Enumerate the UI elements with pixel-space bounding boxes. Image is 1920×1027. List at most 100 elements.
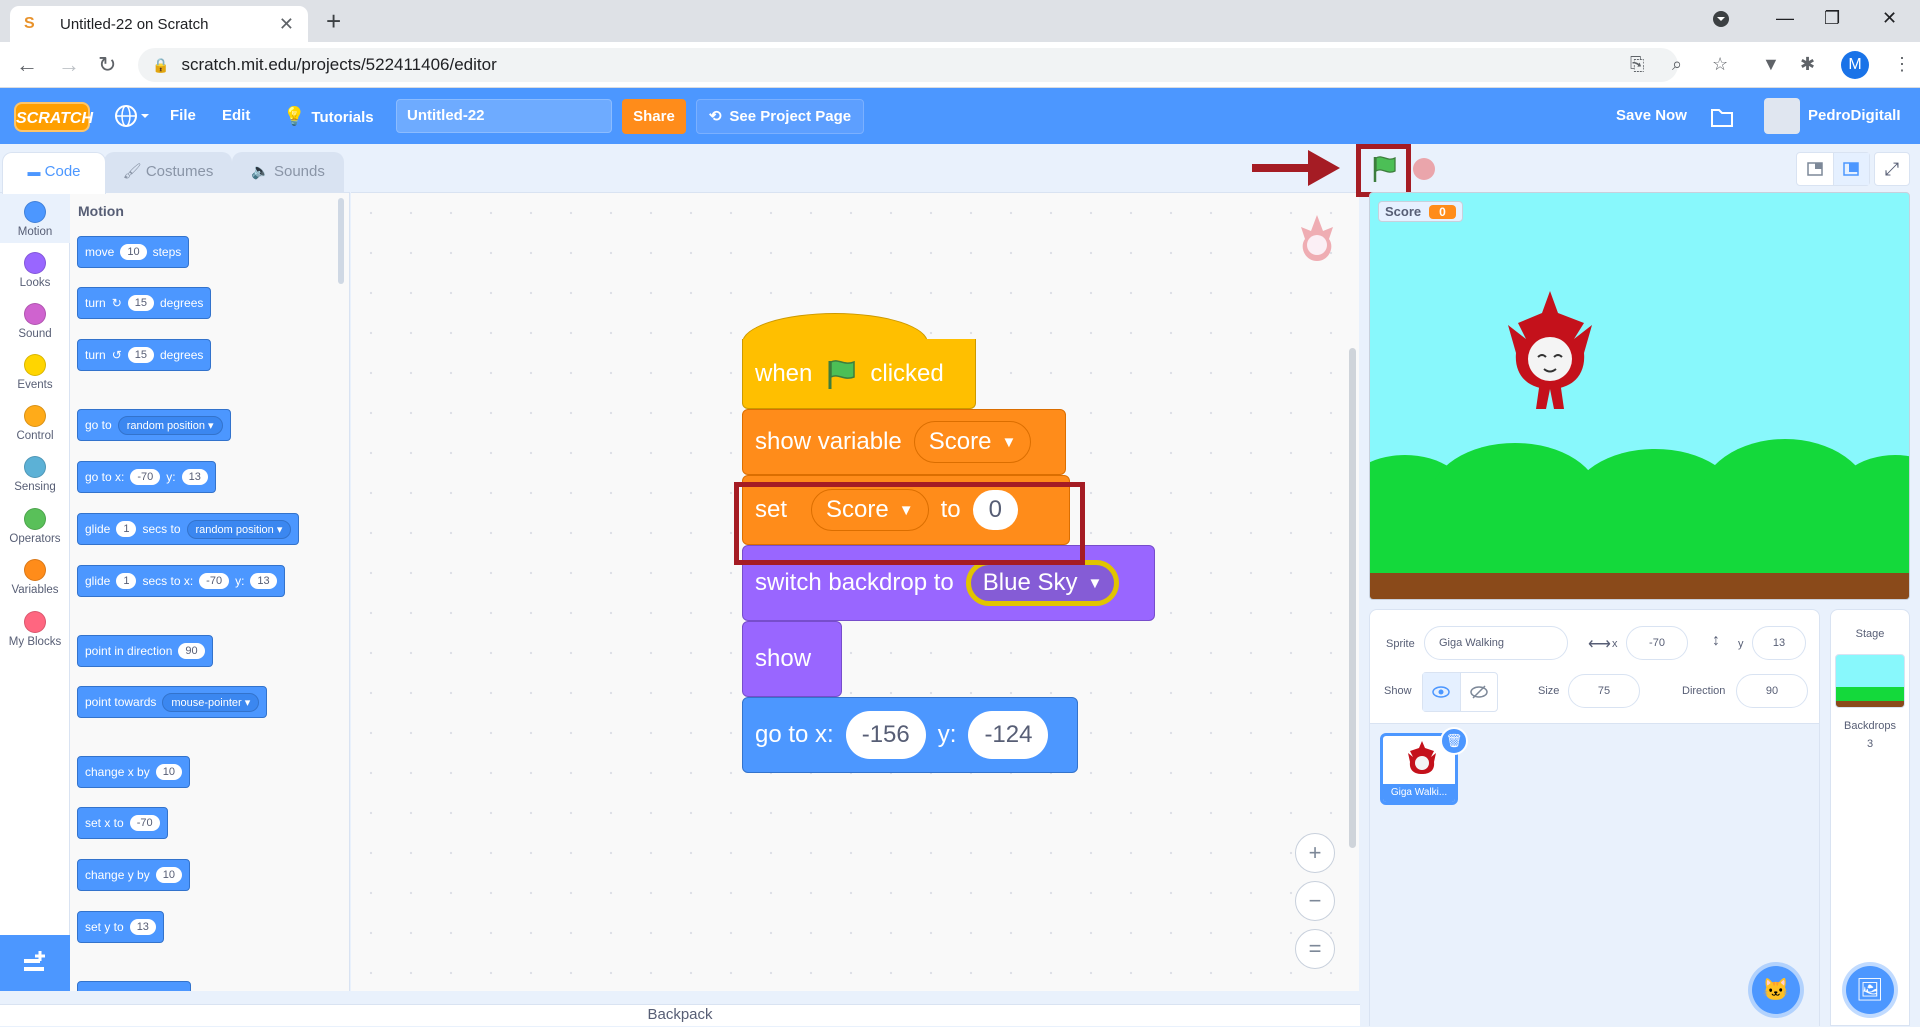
my-stuff-folder-icon[interactable] — [1710, 88, 1734, 144]
window-close-icon[interactable]: ✕ — [1882, 8, 1897, 29]
block-change-x[interactable]: change x by 10 — [77, 756, 190, 788]
url-field[interactable]: 🔒 scratch.mit.edu/projects/522411406/edi… — [138, 48, 1678, 82]
browser-menu-icon[interactable]: ⋮ — [1893, 54, 1911, 75]
fullscreen-button[interactable]: ⤢ — [1874, 152, 1910, 186]
block-input[interactable]: 10 — [155, 764, 182, 780]
show-block[interactable]: show — [742, 621, 842, 697]
block-point-in-direction[interactable]: point in direction 90 — [77, 635, 213, 667]
translate-icon[interactable]: ⎘ — [1630, 54, 1644, 75]
zoom-out-button[interactable]: − — [1295, 881, 1335, 921]
go-to-y-input[interactable]: -124 — [968, 711, 1049, 759]
block-go-to-xy[interactable]: go to x: -70 y: 13 — [77, 461, 216, 493]
user-avatar[interactable] — [1764, 98, 1800, 134]
block-change-y[interactable]: change y by 10 — [77, 859, 190, 891]
add-extension-button[interactable] — [0, 935, 70, 991]
block-point-towards[interactable]: point towards mouse-pointer ▾ — [77, 686, 268, 718]
tab-costumes[interactable]: 🖌 Costumes — [104, 152, 232, 192]
restore-icon[interactable]: ❐ — [1824, 8, 1840, 29]
reload-icon[interactable]: ↻ — [98, 52, 116, 78]
stage-canvas[interactable]: Score 0 — [1369, 192, 1910, 600]
zoom-in-button[interactable]: + — [1295, 833, 1335, 873]
delete-sprite-button[interactable]: 🗑 — [1440, 727, 1468, 755]
x-input[interactable]: -70 — [1626, 626, 1688, 660]
category-motion[interactable]: Motion — [0, 201, 70, 238]
block-partial[interactable] — [77, 981, 191, 991]
direction-input[interactable]: 90 — [1736, 674, 1808, 708]
block-go-to[interactable]: go to random position ▾ — [77, 409, 231, 441]
stop-button[interactable] — [1413, 158, 1435, 180]
block-input[interactable]: 1 — [116, 573, 137, 589]
show-variable-block[interactable]: show variable Score ▼ — [742, 409, 1066, 475]
back-icon[interactable]: ← — [16, 52, 38, 78]
block-input[interactable]: 13 — [181, 469, 208, 485]
zoom-icon[interactable]: ⌕ — [1672, 54, 1682, 75]
block-glide-to-xy[interactable]: glide 1 secs to x: -70 y: 13 — [77, 565, 285, 597]
block-input[interactable]: -70 — [129, 815, 160, 831]
go-to-xy-block[interactable]: go to x: -156 y: -124 — [742, 697, 1078, 773]
score-monitor[interactable]: Score 0 — [1378, 201, 1463, 222]
tutorials-button[interactable]: 💡 Tutorials — [283, 88, 374, 144]
category-sensing[interactable]: Sensing — [0, 456, 70, 493]
block-set-x[interactable]: set x to -70 — [77, 807, 168, 839]
stage-target-pane[interactable]: Stage Backdrops 3 — [1830, 609, 1910, 1026]
go-to-x-input[interactable]: -156 — [845, 711, 926, 759]
when-flag-clicked-block[interactable]: when clicked — [742, 339, 976, 409]
category-sound[interactable]: Sound — [0, 303, 70, 340]
category-variables[interactable]: Variables — [0, 559, 70, 596]
block-input[interactable]: 10 — [120, 244, 147, 260]
extension-icon[interactable]: ▼ — [1762, 54, 1780, 75]
extensions-puzzle-icon[interactable]: ✱ — [1800, 54, 1815, 75]
block-input[interactable]: 13 — [129, 919, 156, 935]
small-stage-button[interactable] — [1797, 153, 1834, 185]
block-set-y[interactable]: set y to 13 — [77, 911, 164, 943]
show-sprite-button[interactable] — [1423, 673, 1461, 711]
large-stage-button[interactable] — [1833, 153, 1869, 185]
new-tab-icon[interactable]: + — [326, 8, 341, 34]
block-input[interactable]: -70 — [199, 573, 230, 589]
bookmark-star-icon[interactable]: ☆ — [1712, 54, 1728, 75]
hide-sprite-button[interactable] — [1461, 673, 1498, 711]
choose-sprite-button[interactable]: 🐱 — [1752, 966, 1800, 1014]
profile-avatar[interactable]: M — [1841, 51, 1869, 79]
category-control[interactable]: Control — [0, 405, 70, 442]
workspace-vertical-scrollbar[interactable] — [1349, 348, 1356, 848]
block-glide-to[interactable]: glide 1 secs to random position ▾ — [77, 513, 300, 545]
save-now-button[interactable]: Save Now — [1616, 88, 1687, 144]
block-dropdown[interactable]: mouse-pointer ▾ — [162, 692, 260, 712]
category-my-blocks[interactable]: My Blocks — [0, 611, 70, 648]
giga-sprite[interactable] — [1500, 289, 1600, 413]
block-input[interactable]: -70 — [130, 469, 161, 485]
show-variable-dropdown[interactable]: Score ▼ — [913, 421, 1032, 463]
block-input[interactable]: 15 — [127, 295, 154, 311]
category-operators[interactable]: Operators — [0, 508, 70, 545]
edit-menu[interactable]: Edit — [222, 88, 250, 144]
minimize-icon[interactable]: — — [1776, 8, 1794, 29]
green-flag-button[interactable] — [1370, 154, 1398, 189]
block-input[interactable]: 13 — [250, 573, 277, 589]
block-input[interactable]: 90 — [178, 643, 205, 659]
share-button[interactable]: Share — [622, 99, 686, 134]
block-input[interactable]: 10 — [155, 867, 182, 883]
block-input[interactable]: 15 — [127, 347, 154, 363]
forward-icon[interactable]: → — [58, 52, 80, 78]
code-workspace[interactable]: when clicked show variable Score ▼ set Sc… — [351, 192, 1359, 991]
size-input[interactable]: 75 — [1568, 674, 1640, 708]
browser-tab[interactable]: S Untitled-22 on Scratch ✕ — [10, 6, 308, 42]
backdrop-thumbnail[interactable] — [1835, 654, 1905, 708]
tab-search-icon[interactable] — [1712, 10, 1730, 33]
block-turn-right[interactable]: turn ↻ 15 degrees — [77, 287, 212, 319]
tab-code[interactable]: ▬ Code — [2, 152, 106, 194]
close-tab-icon[interactable]: ✕ — [279, 14, 294, 35]
project-title-input[interactable]: Untitled-22 — [396, 99, 612, 133]
block-dropdown[interactable]: random position ▾ — [117, 415, 223, 435]
username-menu[interactable]: PedroDigitalI ▼ — [1808, 88, 1920, 179]
sprite-name-input[interactable]: Giga Walking — [1424, 626, 1568, 660]
palette-scrollbar[interactable] — [338, 198, 344, 284]
block-input[interactable]: 1 — [116, 521, 137, 537]
tab-sounds[interactable]: 🔈 Sounds — [232, 152, 344, 192]
block-move-steps[interactable]: move 10 steps — [77, 236, 190, 268]
see-project-page-button[interactable]: ⟲ See Project Page — [696, 99, 864, 134]
choose-backdrop-button[interactable]: 🖼 — [1846, 966, 1894, 1014]
language-globe-icon[interactable] — [114, 88, 152, 144]
category-events[interactable]: Events — [0, 354, 70, 391]
